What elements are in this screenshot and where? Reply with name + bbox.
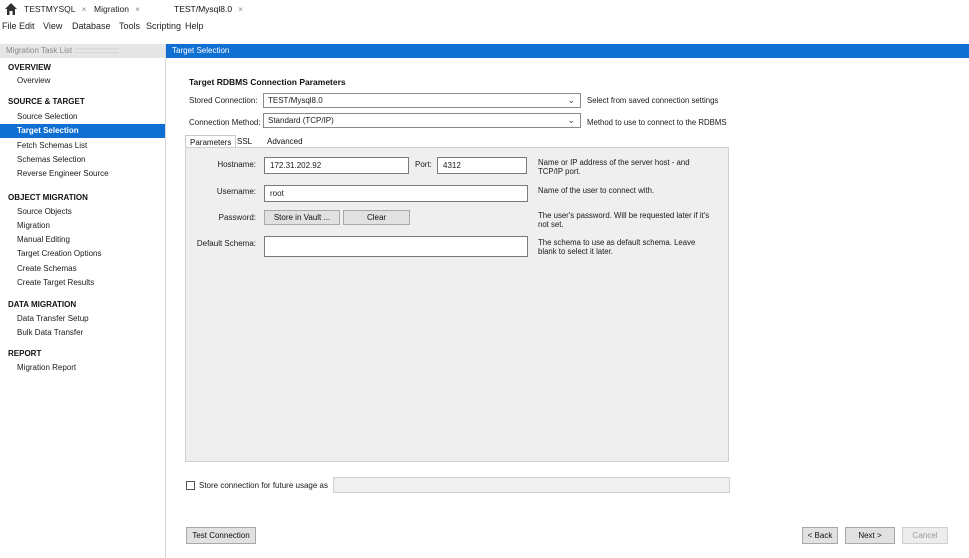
sidebar-item-create-schemas[interactable]: Create Schemas (17, 262, 77, 276)
chevron-down-icon: ⌄ (567, 95, 575, 105)
store-connection-name-field[interactable] (333, 477, 730, 493)
back-button[interactable]: < Back (802, 527, 838, 544)
tab-bar (0, 0, 969, 18)
username-label: Username: (216, 187, 256, 196)
stored-connection-select[interactable]: TEST/Mysql8.0 ⌄ (263, 93, 581, 108)
connection-method-hint: Method to use to connect to the RDBMS (587, 118, 727, 127)
menu-database[interactable]: Database (72, 19, 111, 33)
section-object-migration: OBJECT MIGRATION (8, 193, 88, 202)
sidebar-item-source-objects[interactable]: Source Objects (17, 205, 72, 219)
menu-view[interactable]: View (43, 19, 62, 33)
password-hint-1: The user's password. Will be requested l… (538, 211, 710, 220)
menu-scripting[interactable]: Scripting (146, 19, 181, 33)
chevron-down-icon: ⌄ (567, 115, 575, 125)
password-label: Password: (218, 213, 256, 222)
connection-method-value: Standard (TCP/IP) (268, 116, 334, 125)
menu-help[interactable]: Help (185, 19, 204, 33)
tab-migration[interactable]: Migration × (94, 2, 140, 16)
page-title: Target RDBMS Connection Parameters (189, 77, 346, 87)
tab-label: TEST/Mysql8.0 (174, 4, 233, 14)
stored-connection-hint: Select from saved connection settings (587, 96, 719, 105)
sidebar-item-source-selection[interactable]: Source Selection (17, 110, 77, 124)
stored-connection-label: Stored Connection: (189, 96, 258, 105)
menu-edit[interactable]: Edit (19, 19, 35, 33)
tab-test-mysql8[interactable]: TEST/Mysql8.0 × (174, 2, 243, 16)
sidebar-item-bulk-data-transfer[interactable]: Bulk Data Transfer (17, 326, 83, 340)
stored-connection-value: TEST/Mysql8.0 (268, 96, 323, 105)
section-source-target: SOURCE & TARGET (8, 97, 85, 106)
default-schema-label: Default Schema: (196, 239, 256, 248)
sidebar-item-manual-editing[interactable]: Manual Editing (17, 233, 70, 247)
store-in-vault-button[interactable]: Store in Vault ... (264, 210, 340, 225)
sidebar-item-create-target-results[interactable]: Create Target Results (17, 276, 94, 290)
tab-testmysql[interactable]: TESTMYSQL × (24, 2, 86, 16)
hostname-label: Hostname: (217, 160, 256, 169)
sidebar-item-fetch-schemas[interactable]: Fetch Schemas List (17, 139, 87, 153)
section-overview: OVERVIEW (8, 63, 51, 72)
sidebar-header: Migration Task List ::::::::::::::::::::… (0, 44, 165, 58)
port-label: Port: (415, 160, 432, 169)
next-button[interactable]: Next > (845, 527, 895, 544)
default-schema-hint-1: The schema to use as default schema. Lea… (538, 238, 696, 247)
menu-tools[interactable]: Tools (119, 19, 140, 33)
section-data-migration: DATA MIGRATION (8, 300, 77, 309)
test-connection-button[interactable]: Test Connection (186, 527, 256, 544)
hostname-hint-1: Name or IP address of the server host - … (538, 158, 690, 167)
sidebar-item-reverse-engineer[interactable]: Reverse Engineer Source (17, 167, 109, 181)
username-field[interactable]: root (264, 185, 528, 202)
connection-method-label: Connection Method: (189, 118, 261, 127)
close-icon[interactable]: × (135, 4, 140, 14)
home-icon[interactable] (4, 2, 18, 16)
password-hint-2: not set. (538, 220, 564, 229)
sidebar-item-migration-report[interactable]: Migration Report (17, 361, 76, 375)
tab-label: Migration (94, 4, 129, 14)
sidebar-item-target-creation[interactable]: Target Creation Options (17, 247, 102, 261)
hostname-hint-2: TCP/IP port. (538, 167, 581, 176)
default-schema-field[interactable] (264, 236, 528, 257)
menu-file[interactable]: File (2, 19, 17, 33)
sidebar-item-data-transfer-setup[interactable]: Data Transfer Setup (17, 312, 89, 326)
store-connection-checkbox[interactable] (186, 481, 195, 490)
sidebar-item-target-selection[interactable]: Target Selection (0, 124, 165, 138)
default-schema-hint-2: blank to select it later. (538, 247, 613, 256)
close-icon[interactable]: × (81, 4, 86, 14)
cancel-button[interactable]: Cancel (902, 527, 948, 544)
sidebar-item-schemas-selection[interactable]: Schemas Selection (17, 153, 85, 167)
clear-button[interactable]: Clear (343, 210, 410, 225)
port-field[interactable]: 4312 (437, 157, 527, 174)
tab-label: TESTMYSQL (24, 4, 76, 14)
connection-method-select[interactable]: Standard (TCP/IP) ⌄ (263, 113, 581, 128)
sidebar-item-overview[interactable]: Overview (17, 74, 50, 88)
close-icon[interactable]: × (238, 4, 243, 14)
sidebar-item-migration[interactable]: Migration (17, 219, 50, 233)
store-connection-label: Store connection for future usage as (199, 481, 328, 490)
section-report: REPORT (8, 349, 42, 358)
username-hint: Name of the user to connect with. (538, 186, 655, 195)
main-header: Target Selection (166, 44, 969, 58)
hostname-field[interactable]: 172.31.202.92 (264, 157, 409, 174)
